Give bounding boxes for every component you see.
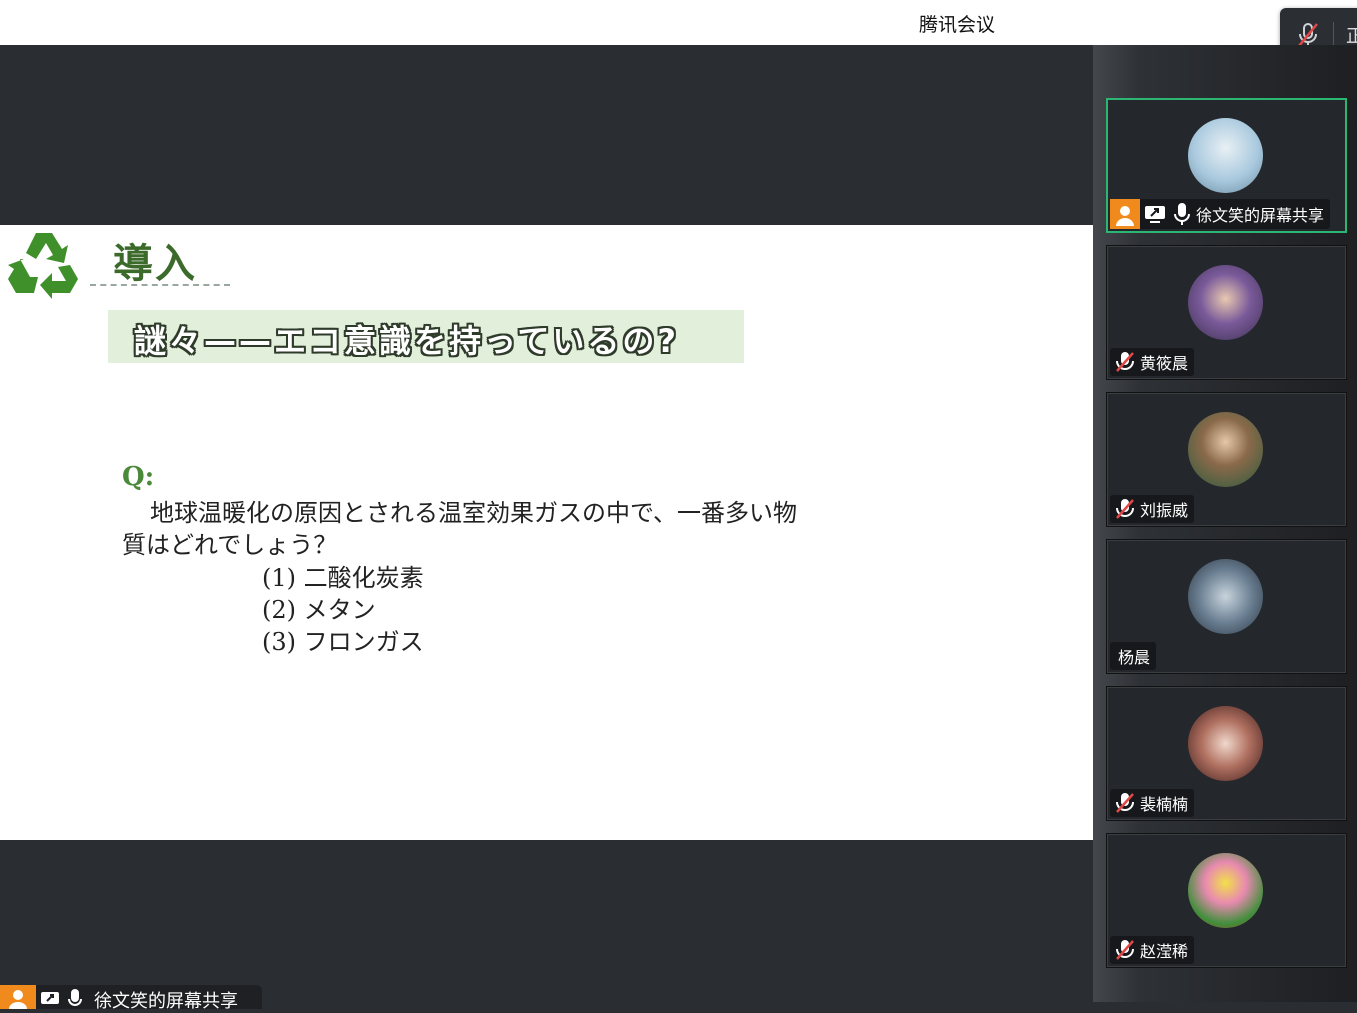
option-1: (1) 二酸化炭素 <box>262 564 424 592</box>
mic-icon <box>1174 203 1190 225</box>
screen-share-icon <box>1145 206 1165 223</box>
host-badge <box>0 985 36 1009</box>
question-text: 地球温暖化の原因とされる温室効果ガスの中で、一番多い物質はどれでしょう？ <box>122 497 802 561</box>
avatar <box>1188 118 1263 193</box>
participant-name: 裴楠楠 <box>1140 795 1189 814</box>
participant-tile[interactable]: 杨晨 <box>1107 540 1346 673</box>
participant-tile[interactable]: 裴楠楠 <box>1107 687 1346 820</box>
participant-tile[interactable]: 徐文笑的屏幕共享 <box>1107 99 1346 232</box>
option-3: (3) フロンガス <box>262 628 424 656</box>
participant-tile[interactable]: 刘振威 <box>1107 393 1346 526</box>
host-badge <box>1110 199 1140 229</box>
user-icon <box>1116 206 1134 226</box>
name-tag: 刘振威 <box>1110 495 1195 523</box>
name-tag: 杨晨 <box>1110 642 1157 670</box>
avatar <box>1188 412 1263 487</box>
recycle-icon <box>8 233 78 299</box>
question-body: 地球温暖化の原因とされる温室効果ガスの中で、一番多い物質はどれでしょう？ <box>122 499 798 559</box>
option-2: (2) メタン <box>262 596 376 624</box>
avatar <box>1188 706 1263 781</box>
screen-share-icon <box>41 992 59 1004</box>
participant-name: 黄筱晨 <box>1140 354 1189 373</box>
mic-muted-icon <box>1116 940 1134 960</box>
avatar <box>1188 265 1263 340</box>
name-tag: 徐文笑的屏幕共享 <box>1110 199 1331 229</box>
mic-muted-icon <box>1116 793 1134 813</box>
mic-muted-icon <box>1116 499 1134 519</box>
title-underline <box>90 284 230 286</box>
presenter-name: 徐文笑的屏幕共享 <box>94 991 238 1012</box>
participant-tile[interactable]: 赵滢稀 <box>1107 834 1346 967</box>
participant-tile[interactable]: 黄筱晨 <box>1107 246 1346 379</box>
mic-icon <box>68 989 82 1006</box>
screen-share-stage: 導入 謎々——エコ意識を持っているの? Q: 地球温暖化の原因とされる温室効果ガ… <box>0 45 1093 1002</box>
participant-name: 刘振威 <box>1140 501 1189 520</box>
mic-muted-icon <box>1116 352 1134 372</box>
slide-banner: 謎々——エコ意識を持っているの? <box>108 310 744 363</box>
slide: 導入 謎々——エコ意識を持っているの? Q: 地球温暖化の原因とされる温室効果ガ… <box>0 225 1093 840</box>
participant-name: 徐文笑的屏幕共享 <box>1196 206 1325 225</box>
window-title: 腾讯会议 <box>919 14 996 36</box>
presenter-tag: 徐文笑的屏幕共享 <box>0 985 262 1012</box>
avatar <box>1188 853 1263 928</box>
answer-options: (1) 二酸化炭素 (2) メタン (3) フロンガス <box>262 562 424 658</box>
avatar <box>1188 559 1263 634</box>
participant-name: 杨晨 <box>1118 648 1151 667</box>
title-bar: 腾讯会议 <box>0 0 1357 45</box>
banner-text: 謎々——エコ意識を持っているの? <box>134 322 679 360</box>
name-tag: 裴楠楠 <box>1110 789 1195 817</box>
name-tag: 赵滢稀 <box>1110 936 1195 964</box>
user-icon <box>9 990 27 1009</box>
name-tag: 黄筱晨 <box>1110 348 1195 376</box>
slide-title: 導入 <box>113 241 197 287</box>
question-label: Q: <box>122 462 155 492</box>
participant-name: 赵滢稀 <box>1140 942 1189 961</box>
